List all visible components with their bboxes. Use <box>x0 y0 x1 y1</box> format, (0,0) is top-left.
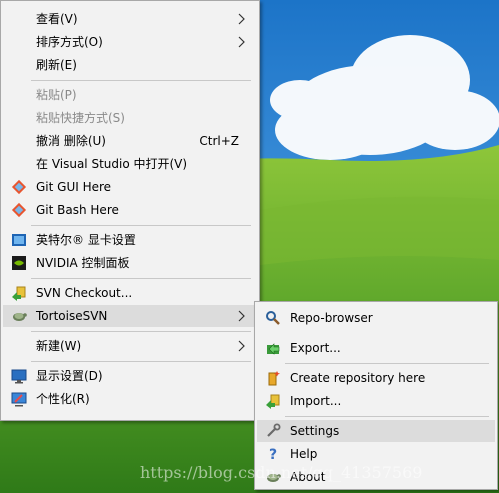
menu-item-about[interactable]: About <box>257 466 495 488</box>
menu-item-display-settings[interactable]: 显示设置(D) <box>3 365 257 387</box>
chevron-right-icon <box>238 310 245 322</box>
display-settings-icon <box>11 369 27 384</box>
menu-item-help[interactable]: ? Help <box>257 443 495 465</box>
menu-item-label: Help <box>290 447 318 461</box>
settings-icon <box>267 423 281 437</box>
menu-item-label: TortoiseSVN <box>36 309 108 323</box>
desktop-context-menu: 查看(V) 排序方式(O) 刷新(E) 粘贴(P) 粘贴快捷方式(S) 撤消 删… <box>0 0 260 421</box>
menu-item-label: 撤消 删除(U) <box>36 134 106 148</box>
chevron-right-icon <box>238 340 245 352</box>
personalize-icon <box>11 392 27 407</box>
menu-item-settings[interactable]: Settings <box>257 420 495 442</box>
menu-separator <box>31 80 251 81</box>
export-icon <box>267 343 280 355</box>
menu-item-import[interactable]: Import... <box>257 390 495 412</box>
menu-item-tortoisesvn[interactable]: TortoiseSVN <box>3 305 257 327</box>
menu-item-refresh[interactable]: 刷新(E) <box>3 54 257 76</box>
menu-item-label: Repo-browser <box>290 311 373 325</box>
menu-item-label: 英特尔® 显卡设置 <box>36 233 136 247</box>
menu-item-undo-delete[interactable]: 撤消 删除(U) Ctrl+Z <box>3 130 257 152</box>
git-bash-icon <box>11 202 27 218</box>
menu-item-label: Git Bash Here <box>36 203 119 217</box>
menu-item-label: 排序方式(O) <box>36 35 103 49</box>
menu-item-label: 在 Visual Studio 中打开(V) <box>36 157 188 171</box>
menu-item-label: About <box>290 470 326 484</box>
menu-item-export[interactable]: Export... <box>257 337 495 359</box>
menu-separator <box>31 225 251 226</box>
chevron-right-icon <box>238 36 245 48</box>
menu-item-git-gui-here[interactable]: Git GUI Here <box>3 176 257 198</box>
menu-separator <box>285 416 489 417</box>
menu-item-open-in-visual-studio[interactable]: 在 Visual Studio 中打开(V) <box>3 153 257 175</box>
chevron-right-icon <box>238 13 245 25</box>
menu-item-label: Git GUI Here <box>36 180 112 194</box>
menu-item-label: NVIDIA 控制面板 <box>36 256 130 270</box>
menu-item-paste-shortcut: 粘贴快捷方式(S) <box>3 107 257 129</box>
menu-item-view[interactable]: 查看(V) <box>3 8 257 30</box>
menu-item-label: Create repository here <box>290 371 426 385</box>
menu-item-repo-browser[interactable]: Repo-browser <box>257 307 495 329</box>
help-icon: ? <box>269 447 277 462</box>
menu-item-svn-checkout[interactable]: SVN Checkout... <box>3 282 257 304</box>
menu-item-label: Import... <box>290 394 342 408</box>
import-icon <box>266 394 280 409</box>
menu-item-new[interactable]: 新建(W) <box>3 335 257 357</box>
menu-item-label: Export... <box>290 341 341 355</box>
menu-item-nvidia-control-panel[interactable]: NVIDIA 控制面板 <box>3 252 257 274</box>
tortoisesvn-submenu: Repo-browser Export... Create repository… <box>254 301 498 490</box>
menu-item-label: SVN Checkout... <box>36 286 133 300</box>
menu-item-label: 粘贴(P) <box>36 88 77 102</box>
menu-item-label: 显示设置(D) <box>36 369 103 383</box>
repo-browser-icon <box>266 311 280 325</box>
menu-item-git-bash-here[interactable]: Git Bash Here <box>3 199 257 221</box>
create-repository-icon <box>268 371 280 386</box>
menu-item-label: 粘贴快捷方式(S) <box>36 111 125 125</box>
git-gui-icon <box>11 179 27 195</box>
about-icon <box>267 474 281 482</box>
nvidia-icon <box>12 256 26 270</box>
menu-item-sort-by[interactable]: 排序方式(O) <box>3 31 257 53</box>
menu-item-label: 查看(V) <box>36 12 78 26</box>
tortoisesvn-icon <box>13 313 27 321</box>
menu-item-intel-graphics-settings[interactable]: 英特尔® 显卡设置 <box>3 229 257 251</box>
menu-item-label: Settings <box>290 424 340 438</box>
menu-item-personalize[interactable]: 个性化(R) <box>3 388 257 410</box>
menu-item-shortcut: Ctrl+Z <box>199 134 239 148</box>
menu-separator <box>285 363 489 364</box>
menu-item-label: 新建(W) <box>36 339 82 353</box>
intel-graphics-icon <box>12 234 26 246</box>
menu-separator <box>31 278 251 279</box>
svn-checkout-icon <box>12 286 26 301</box>
menu-item-create-repository-here[interactable]: Create repository here <box>257 367 495 389</box>
menu-item-paste: 粘贴(P) <box>3 84 257 106</box>
menu-item-label: 个性化(R) <box>36 392 90 406</box>
svg-text:?: ? <box>269 447 277 462</box>
menu-separator <box>31 361 251 362</box>
menu-separator <box>31 331 251 332</box>
menu-item-label: 刷新(E) <box>36 58 77 72</box>
